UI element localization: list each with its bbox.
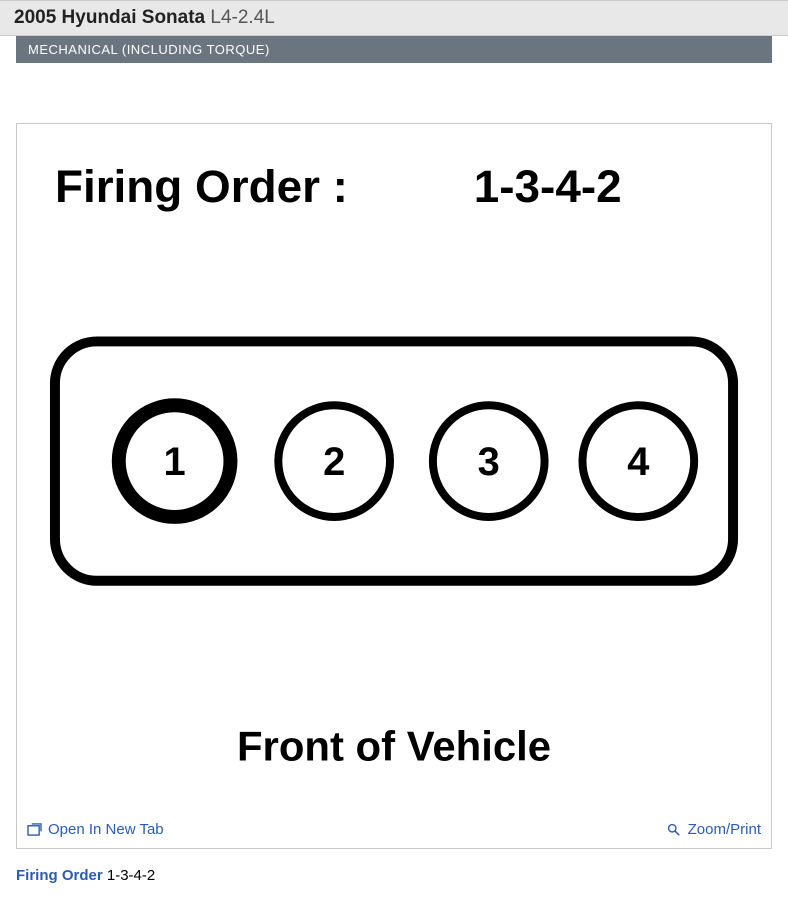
- diagram-canvas: Firing Order : 1-3-4-2 1 2 3 4 Front of …: [17, 124, 771, 815]
- vehicle-engine: L4-2.4L: [210, 7, 274, 28]
- front-of-vehicle-label: Front of Vehicle: [237, 722, 551, 769]
- figure-caption: Firing Order 1-3-4-2: [16, 867, 772, 884]
- diagram-title-label: Firing Order :: [55, 160, 348, 212]
- diagram-frame: Firing Order : 1-3-4-2 1 2 3 4 Front of …: [16, 123, 772, 849]
- zoom-print-link[interactable]: Zoom/Print: [667, 821, 761, 838]
- vehicle-header: 2005 Hyundai Sonata L4-2.4L: [0, 0, 788, 36]
- cylinder-2-label: 2: [323, 440, 345, 484]
- firing-order-diagram: Firing Order : 1-3-4-2 1 2 3 4 Front of …: [35, 142, 753, 800]
- cylinder-1-label: 1: [164, 440, 186, 484]
- zoom-print-label: Zoom/Print: [688, 821, 761, 838]
- new-tab-icon: [27, 823, 42, 836]
- section-band: MECHANICAL (INCLUDING TORQUE): [16, 36, 772, 63]
- vehicle-model: 2005 Hyundai Sonata: [14, 7, 205, 28]
- caption-value: 1-3-4-2: [107, 867, 155, 884]
- diagram-firing-order: 1-3-4-2: [474, 160, 622, 212]
- cylinder-4-label: 4: [627, 440, 649, 484]
- cylinder-3-label: 3: [478, 440, 500, 484]
- magnifier-icon: [667, 823, 682, 836]
- open-in-new-tab-link[interactable]: Open In New Tab: [27, 821, 164, 838]
- caption-label: Firing Order: [16, 867, 103, 884]
- open-in-new-tab-label: Open In New Tab: [48, 821, 164, 838]
- figure-footer: Open In New Tab Zoom/Print: [17, 815, 771, 848]
